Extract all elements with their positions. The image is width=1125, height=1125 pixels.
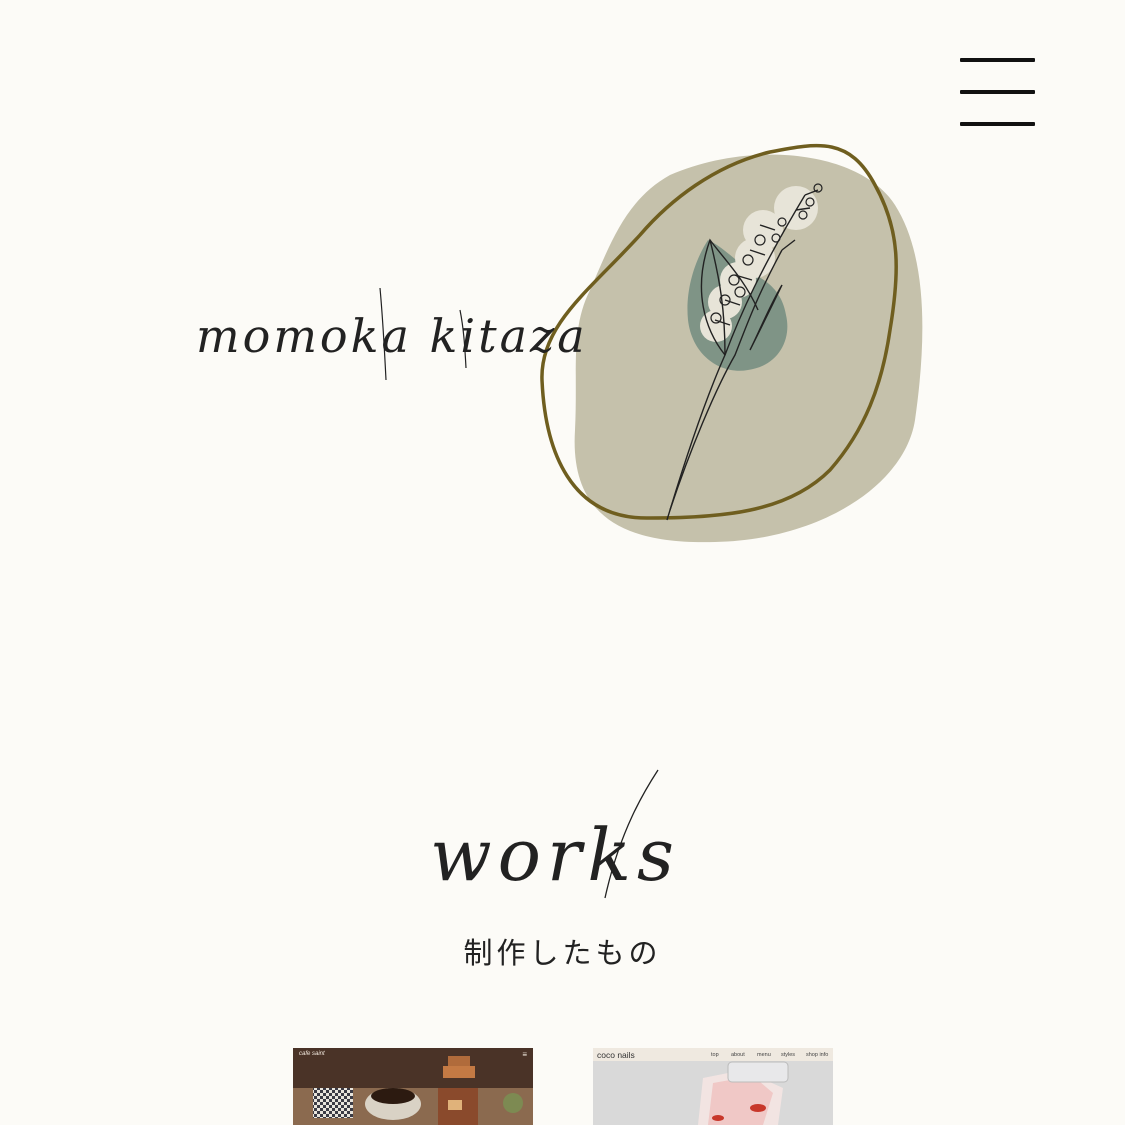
svg-text:momoka kitazawa: momoka kitazawa	[196, 309, 590, 363]
hamburger-icon-bar	[960, 90, 1035, 94]
work-card-site-name: cafe saint	[299, 1051, 325, 1057]
work-card-menu-icon: ≡	[522, 1050, 527, 1059]
work-card-site-name: coco nails	[597, 1050, 635, 1060]
nav-link-shop-info[interactable]: shop info	[806, 1052, 828, 1058]
work-card-cafe[interactable]: cafe saint ≡	[293, 1048, 533, 1125]
nav-link-menu[interactable]: menu	[757, 1052, 771, 1058]
hamburger-menu-button[interactable]	[958, 56, 1036, 128]
works-subtitle: 制作したもの	[463, 936, 662, 970]
nav-link-about[interactable]: about	[731, 1052, 745, 1058]
work-card-nails[interactable]: coco nails top about menu styles shop in…	[593, 1048, 833, 1125]
hero-name-script: momoka kitazawa	[196, 287, 590, 381]
hamburger-icon	[960, 58, 1035, 62]
work-thumbnail-cafe	[293, 1048, 533, 1125]
nav-link-styles[interactable]: styles	[781, 1052, 795, 1058]
nav-link-top[interactable]: top	[711, 1052, 719, 1058]
svg-text:works: works	[430, 813, 680, 897]
hamburger-icon-bar	[960, 122, 1035, 126]
works-script-title: works	[430, 769, 680, 899]
